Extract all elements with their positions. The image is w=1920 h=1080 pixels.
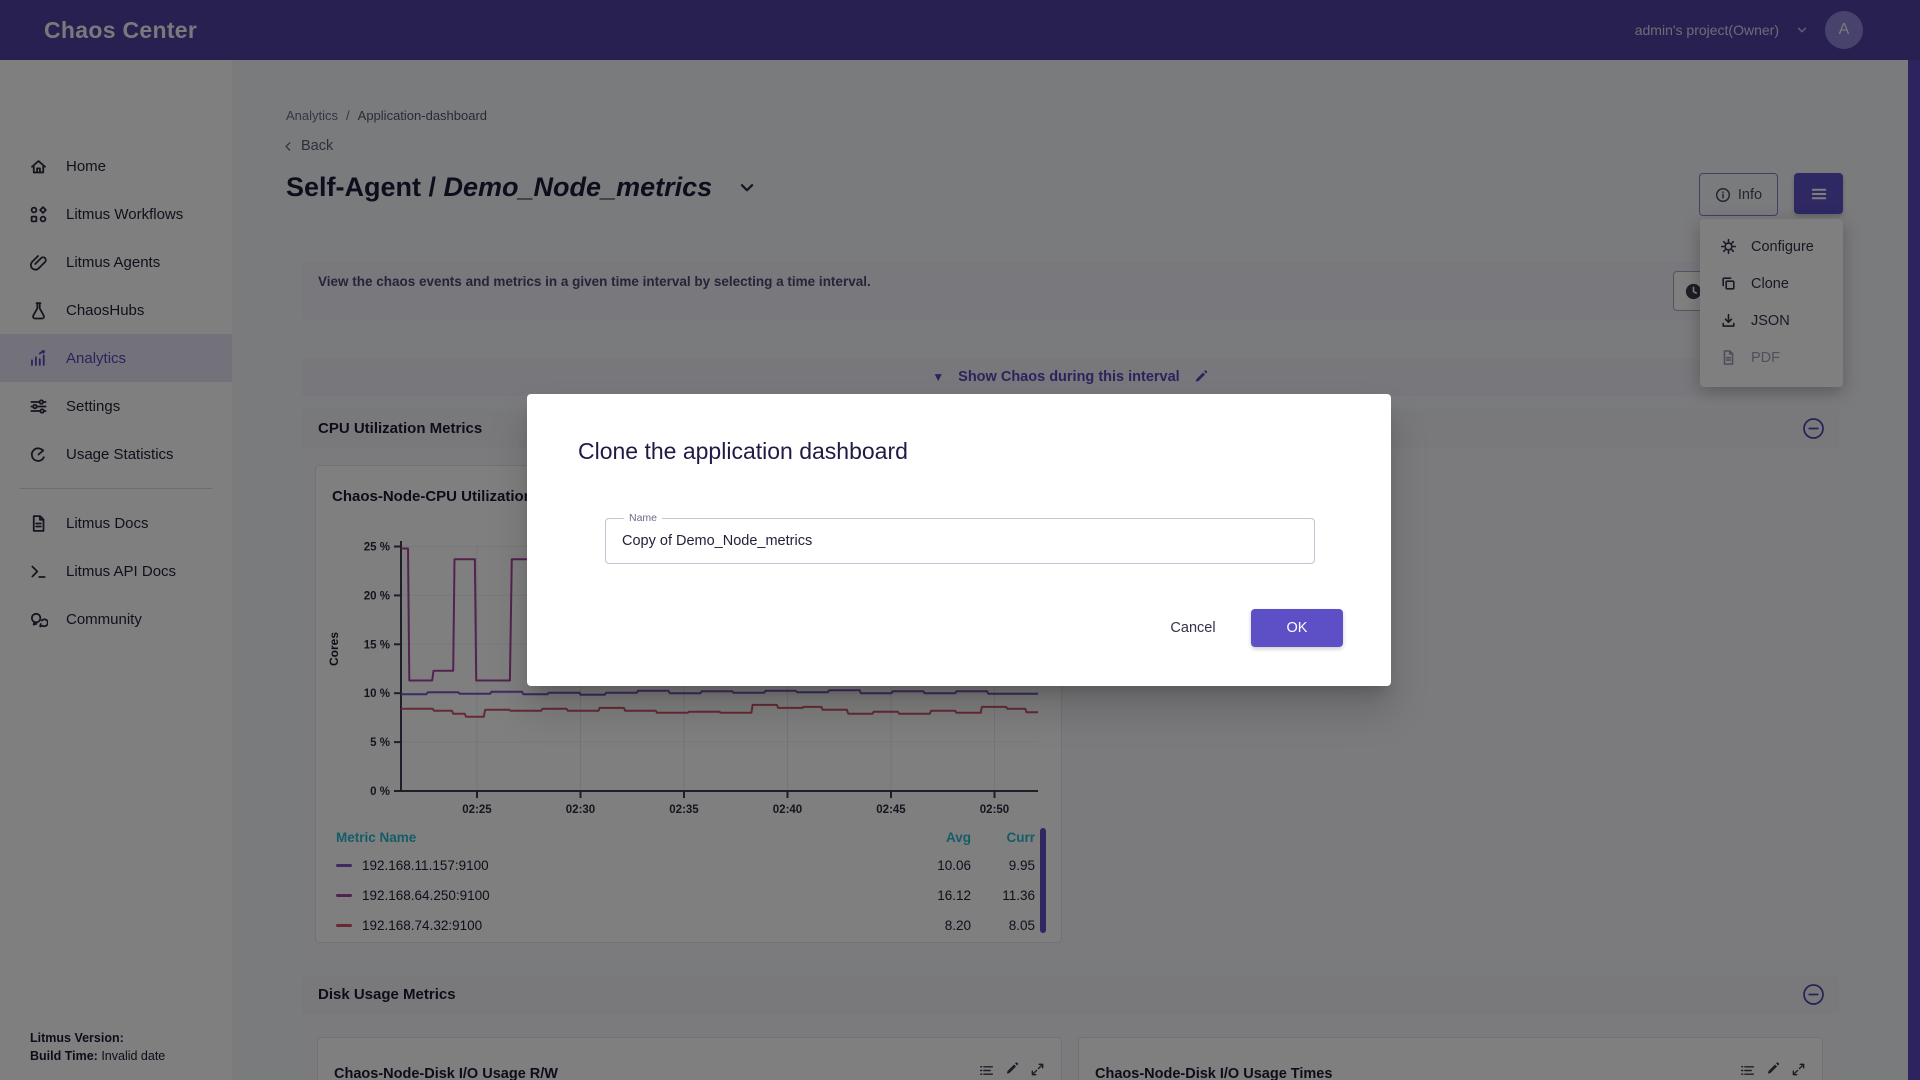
- ok-button[interactable]: OK: [1251, 609, 1343, 647]
- cancel-button[interactable]: Cancel: [1149, 609, 1237, 647]
- app-root: Chaos Center admin's project(Owner) A Ho…: [0, 0, 1920, 1080]
- name-field-wrapper: Name: [605, 518, 1315, 564]
- clone-dashboard-modal: Clone the application dashboard Name Can…: [527, 394, 1391, 686]
- modal-title: Clone the application dashboard: [578, 438, 908, 465]
- modal-actions: Cancel OK: [1149, 609, 1343, 647]
- name-input[interactable]: [622, 519, 1292, 563]
